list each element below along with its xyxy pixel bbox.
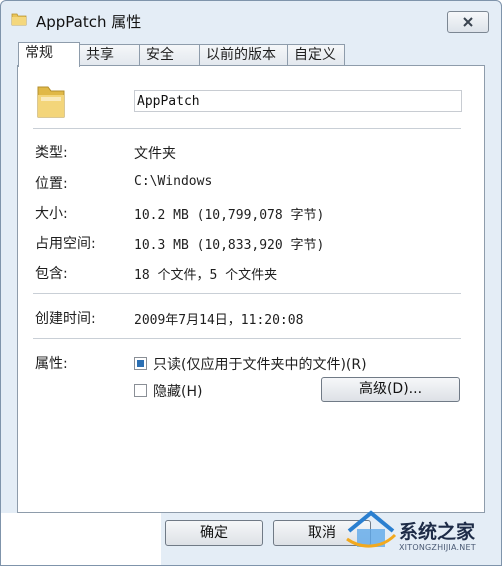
separator (33, 128, 461, 129)
house-logo-icon (346, 510, 397, 548)
window-title: AppPatch 属性 (36, 13, 142, 31)
hidden-checkbox[interactable] (134, 384, 147, 397)
type-value: 文件夹 (134, 146, 176, 162)
type-label: 类型: (35, 145, 68, 161)
size-on-disk-label: 占用空间: (35, 236, 96, 252)
created-label: 创建时间: (35, 311, 96, 327)
watermark: 系统之家 XITONGZHIJIA.NET (341, 503, 501, 563)
separator (33, 338, 461, 339)
size-value: 10.2 MB (10,799,078 字节) (134, 208, 325, 223)
readonly-checkbox[interactable] (134, 357, 147, 370)
tab-general[interactable]: 常规 (18, 42, 80, 67)
attributes-label: 属性: (35, 356, 68, 372)
folder-icon (37, 86, 65, 118)
tab-label: 共享 (86, 47, 114, 63)
size-label: 大小: (35, 206, 68, 222)
tab-label: 安全 (146, 47, 174, 63)
tab-sharing[interactable]: 共享 (79, 44, 140, 65)
ok-button[interactable]: 确定 (165, 520, 263, 546)
created-value: 2009年7月14日，11:20:08 (134, 313, 304, 328)
size-on-disk-value: 10.3 MB (10,833,920 字节) (134, 238, 325, 253)
close-button[interactable] (447, 11, 489, 33)
properties-dialog: AppPatch 属性 常规 共享 安全 以前的版本 自定义 类型: 文件夹 位… (0, 0, 502, 566)
tab-security[interactable]: 安全 (139, 44, 200, 65)
location-value: C:\Windows (134, 174, 213, 189)
readonly-label[interactable]: 只读(仅应用于文件夹中的文件)(R) (153, 354, 367, 374)
folder-name-input[interactable] (134, 90, 462, 112)
tab-label: 常规 (25, 45, 53, 61)
tab-customize[interactable]: 自定义 (287, 44, 345, 65)
tab-previous-versions[interactable]: 以前的版本 (199, 44, 288, 65)
location-label: 位置: (35, 176, 68, 192)
tab-label: 以前的版本 (206, 47, 276, 63)
advanced-button[interactable]: 高级(D)... (321, 377, 460, 402)
tab-label: 自定义 (294, 47, 336, 63)
contains-label: 包含: (35, 266, 68, 282)
separator (33, 293, 461, 294)
folder-icon (11, 13, 27, 26)
close-icon (463, 17, 473, 27)
watermark-url: XITONGZHIJIA.NET (399, 543, 476, 552)
general-panel (17, 65, 485, 513)
watermark-text: 系统之家 (399, 521, 476, 543)
hidden-label[interactable]: 隐藏(H) (153, 381, 202, 401)
footer-blank (1, 513, 161, 565)
contains-value: 18 个文件，5 个文件夹 (134, 268, 278, 283)
title-bar[interactable]: AppPatch 属性 (1, 1, 501, 37)
